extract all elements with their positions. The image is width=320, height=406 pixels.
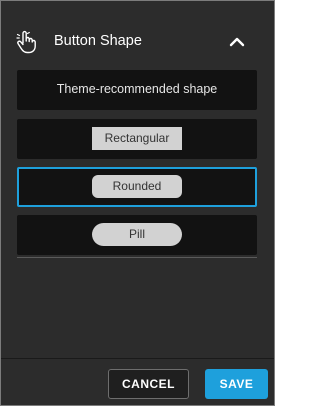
button-shape-panel: Button Shape Theme-recommended shape Rec… [0, 0, 275, 406]
section-divider [17, 257, 257, 258]
save-button[interactable]: SAVE [205, 369, 268, 399]
rounded-shape-sample: Rounded [92, 175, 182, 198]
rectangular-shape-sample: Rectangular [92, 127, 182, 150]
option-rounded[interactable]: Rounded [17, 167, 257, 207]
option-theme-recommended-label: Theme-recommended shape [56, 82, 218, 96]
section-header[interactable]: Button Shape [1, 23, 274, 61]
pointing-hand-icon [15, 30, 37, 54]
option-pill[interactable]: Pill [17, 215, 257, 255]
option-rectangular[interactable]: Rectangular [17, 119, 257, 159]
cancel-button[interactable]: CANCEL [108, 369, 189, 399]
dialog-footer: CANCEL SAVE [1, 359, 274, 405]
pill-shape-sample: Pill [92, 223, 182, 246]
option-theme-recommended[interactable]: Theme-recommended shape [17, 70, 257, 110]
chevron-up-icon[interactable] [225, 31, 249, 53]
section-title: Button Shape [54, 33, 142, 49]
